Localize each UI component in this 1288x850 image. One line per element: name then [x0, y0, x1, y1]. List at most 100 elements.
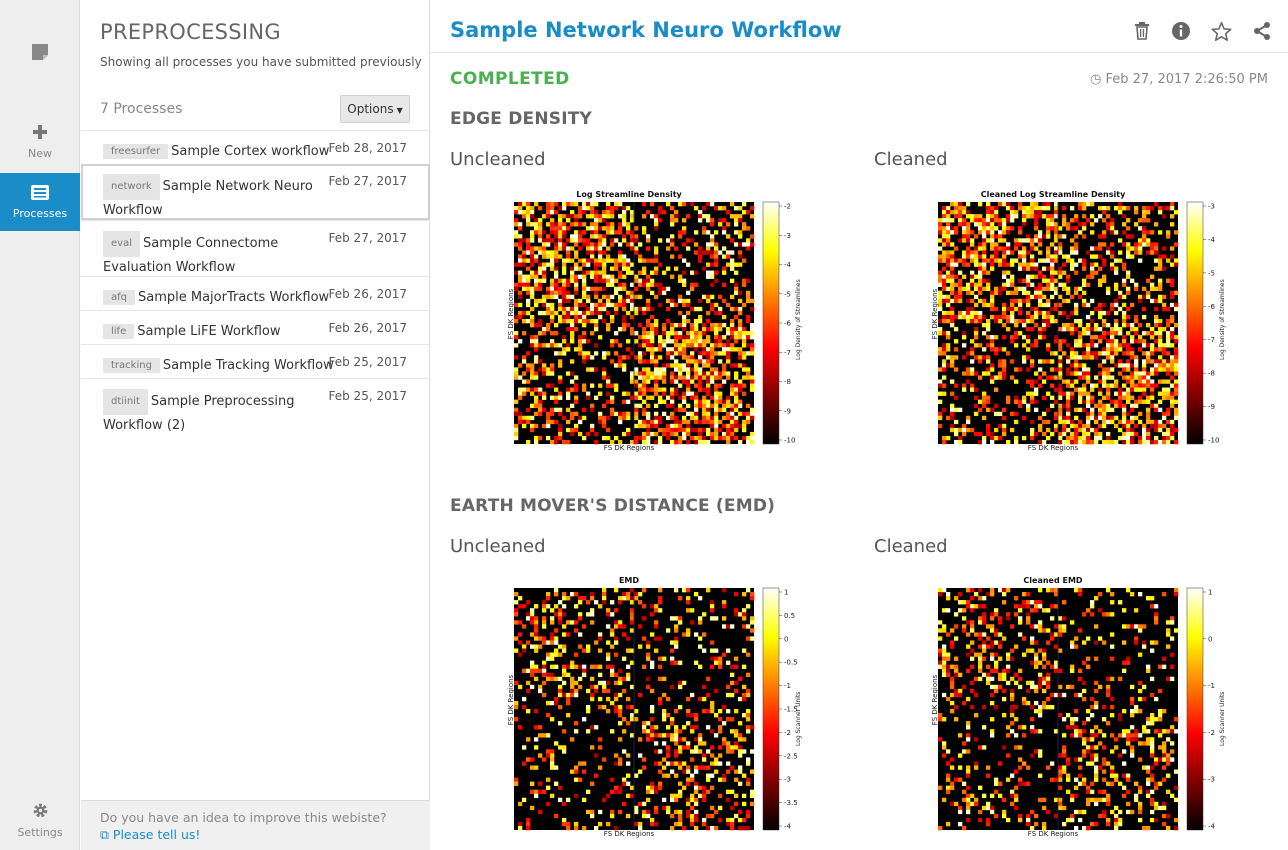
star-icon[interactable]: [1211, 21, 1233, 43]
heatmap-cell: [1142, 214, 1147, 219]
heatmap-cell: [1066, 395, 1071, 400]
heatmap-cell: [1126, 286, 1131, 292]
heatmap-cell: [742, 608, 747, 613]
heatmap-cell: [722, 282, 727, 287]
process-item[interactable]: freesurfer Sample Cortex workflow Feb 28,…: [81, 130, 430, 164]
heatmap-cell: [618, 624, 623, 629]
heatmap-cell: [1046, 222, 1051, 227]
heatmap-cell: [950, 274, 955, 279]
feedback-link[interactable]: ⧉ Please tell us!: [100, 827, 411, 843]
heatmap-cell: [1126, 323, 1131, 328]
heatmap-cell: [958, 310, 963, 316]
heatmap-cell: [526, 290, 531, 296]
heatmap-cell: [974, 676, 979, 682]
info-icon[interactable]: [1171, 21, 1193, 43]
heatmap-cell: [1130, 347, 1135, 352]
heatmap-cell: [678, 817, 683, 823]
heatmap-cell: [1050, 314, 1055, 320]
heatmap-cell: [1070, 310, 1075, 316]
heatmap-cell: [1098, 254, 1103, 259]
heatmap-cell: [970, 640, 975, 645]
heatmap-cell: [554, 395, 559, 400]
heatmap-cell: [658, 210, 663, 215]
heatmap-cell: [942, 298, 947, 304]
heatmap-cell: [1150, 246, 1155, 251]
heatmap-cell: [650, 371, 655, 376]
heatmap-cell: [742, 331, 747, 336]
heatmap-cell: [1134, 423, 1139, 429]
heatmap-cell: [946, 415, 951, 421]
heatmap-cell: [694, 407, 699, 413]
heatmap-cell: [978, 431, 983, 437]
heatmap-cell: [670, 274, 675, 279]
heatmap-cell: [742, 423, 747, 429]
process-item[interactable]: afq Sample MajorTracts Workflow Feb 26, 2…: [81, 276, 430, 310]
heatmap-cell: [986, 206, 991, 211]
heatmap-cell: [966, 282, 971, 287]
feedback-text: Do you have an idea to improve this webi…: [100, 810, 387, 825]
heatmap-cell: [550, 636, 555, 641]
heatmap-cell: [1038, 604, 1043, 609]
rail-notes[interactable]: [0, 42, 80, 65]
heatmap-cell: [602, 266, 607, 271]
heatmap-cell: [534, 789, 539, 794]
heatmap-cell: [638, 278, 643, 283]
heatmap-cell: [586, 202, 591, 207]
heatmap-cell: [626, 323, 631, 328]
heatmap-cell: [986, 226, 991, 231]
rail-processes[interactable]: Processes: [0, 173, 80, 231]
process-item[interactable]: tracking Sample Tracking Workflow Feb 25,…: [81, 344, 430, 378]
heatmap-cell: [1090, 318, 1095, 324]
rail-new[interactable]: New: [0, 124, 80, 160]
heatmap-cell: [950, 700, 955, 706]
heatmap-cell: [734, 383, 739, 388]
heatmap-cell: [1026, 592, 1031, 597]
heatmap-cell: [534, 423, 539, 429]
heatmap-cell: [1018, 202, 1023, 207]
heatmap-cell: [542, 343, 547, 348]
process-item-selected[interactable]: network Sample Network Neuro Workflow Feb…: [81, 164, 430, 220]
heatmap-cell: [726, 262, 731, 267]
rail-settings[interactable]: Settings: [0, 802, 80, 839]
heatmap-cell: [1062, 692, 1067, 698]
heatmap-cell: [1098, 278, 1103, 283]
heatmap-cell: [586, 704, 591, 710]
heatmap-cell: [594, 684, 599, 690]
heatmap-cell: [586, 351, 591, 356]
process-item[interactable]: eval Sample Connectome Evaluation Workflo…: [81, 220, 430, 276]
heatmap-cell: [1022, 700, 1027, 706]
trash-icon[interactable]: [1132, 21, 1154, 43]
heatmap-cell: [622, 415, 627, 421]
heatmap-cell: [554, 604, 559, 609]
process-item[interactable]: life Sample LiFE Workflow Feb 26, 2017: [81, 310, 430, 344]
heatmap-cell: [954, 664, 959, 669]
heatmap-cell: [1118, 347, 1123, 352]
heatmap-cell: [1038, 286, 1043, 292]
heatmap-cell: [978, 254, 983, 259]
heatmap-cell: [726, 371, 731, 376]
heatmap-cell: [658, 218, 663, 223]
heatmap-cell: [602, 351, 607, 356]
share-icon[interactable]: [1252, 21, 1274, 43]
heatmap-cell: [742, 339, 747, 344]
process-item[interactable]: dtiinit Sample Preprocessing Workflow (2)…: [81, 378, 430, 434]
heatmap-cell: [1058, 274, 1063, 279]
heatmap-cell: [622, 222, 627, 227]
heatmap-cell: [598, 246, 603, 251]
heatmap-cell: [722, 246, 727, 251]
heatmap-cell: [942, 664, 947, 669]
heatmap-cell: [946, 656, 951, 661]
heatmap-cell: [738, 612, 743, 617]
heatmap-cell: [586, 206, 591, 211]
heatmap-cell: [634, 435, 639, 441]
heatmap-cell: [654, 214, 659, 219]
options-button[interactable]: Options ▼: [340, 95, 410, 123]
heatmap-cell: [1042, 302, 1047, 308]
heatmap-cell: [670, 721, 675, 726]
heatmap-cell: [618, 286, 623, 292]
heatmap-cell: [706, 391, 711, 396]
heatmap-cell: [1070, 435, 1075, 441]
heatmap-cell: [1074, 226, 1079, 231]
heatmap-cell: [534, 664, 539, 669]
heatmap-cell: [1130, 403, 1135, 408]
